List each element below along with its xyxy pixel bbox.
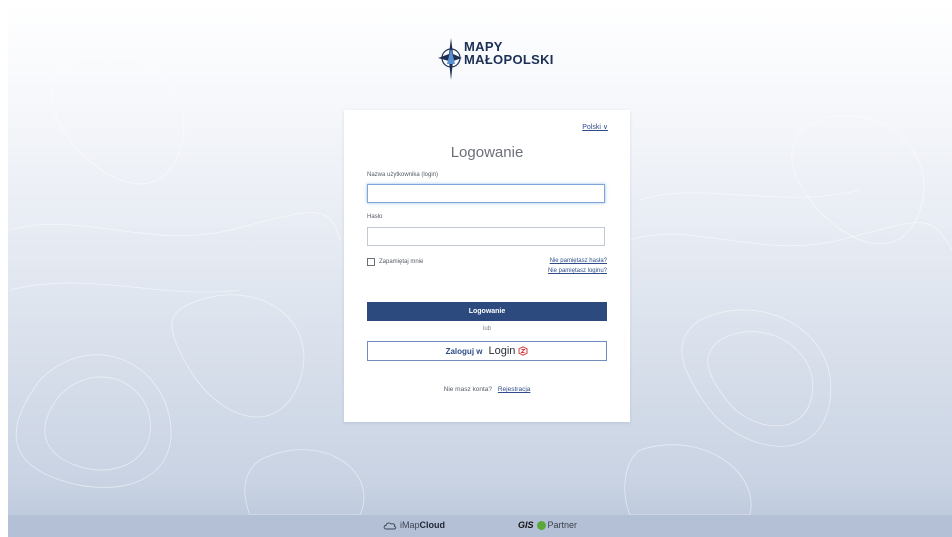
password-field[interactable] [367, 227, 605, 246]
sso-provider-name: Login [488, 345, 516, 357]
remember-me-checkbox[interactable] [367, 258, 375, 266]
imapcloud-text-light: iMap [400, 520, 420, 530]
remember-me-label: Zapamiętaj mnie [379, 259, 424, 265]
mapy-malopolski-logo: MAPY MAŁOPOLSKI [438, 34, 553, 84]
gispartner-text-bold: GIS [518, 520, 534, 530]
remember-me[interactable]: Zapamiętaj mnie [367, 257, 423, 267]
sso-prefix-label: Zaloguj w [445, 346, 483, 356]
login-card: Polski ∨ Logowanie Nazwa użytkownika (lo… [344, 110, 630, 422]
page-title: Logowanie [450, 144, 524, 161]
login-page: MAPY MAŁOPOLSKI Polski ∨ Logowanie Nazwa… [0, 0, 952, 537]
compass-star-icon [438, 38, 462, 80]
logo-text-line2: MAŁOPOLSKI [464, 52, 554, 67]
imapcloud-logo: iMap Cloud [383, 520, 445, 530]
or-separator: lub [482, 326, 491, 332]
login-button[interactable]: Logowanie [367, 302, 607, 321]
password-label: Hasło [367, 214, 383, 220]
forgot-login-link[interactable]: Nie pamiętasz loginu? [548, 268, 607, 274]
username-label: Nazwa użytkownika (login) [367, 172, 439, 178]
gispartner-logo: GIS Partner [518, 520, 577, 530]
forgot-password-link[interactable]: Nie pamiętasz hasła? [550, 258, 607, 264]
gispartner-dot-icon [536, 520, 546, 530]
imapcloud-text-bold: Cloud [419, 520, 446, 530]
sso-provider-icon [518, 346, 528, 356]
cloud-icon [383, 521, 397, 529]
footer-bar: iMap Cloud GIS Partner [8, 515, 952, 537]
language-selector[interactable]: Polski ∨ [582, 123, 608, 131]
register-link[interactable]: Rejestracja [498, 386, 531, 393]
gispartner-text-light: Partner [547, 520, 578, 530]
username-field[interactable] [367, 184, 605, 203]
left-frame [0, 0, 8, 537]
register-prompt: Nie masz konta? Rejestracja [344, 386, 630, 393]
sso-login-button[interactable]: Zaloguj w Login [367, 341, 607, 361]
top-frame [0, 0, 952, 6]
no-account-text: Nie masz konta? [443, 386, 493, 393]
